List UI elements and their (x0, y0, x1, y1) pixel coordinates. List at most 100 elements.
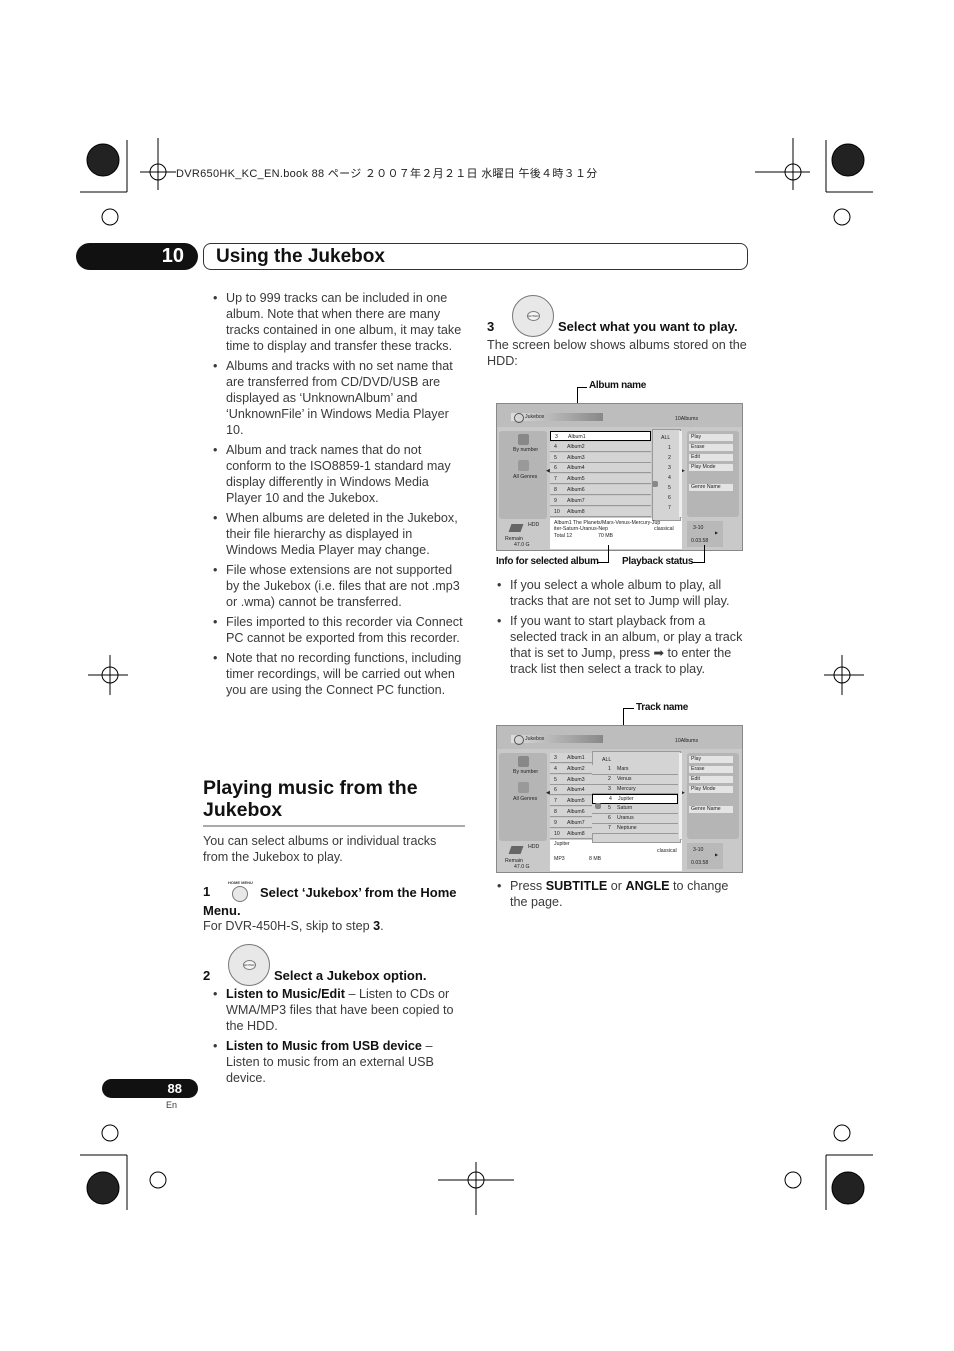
option-edit[interactable]: Edit (689, 454, 733, 461)
track-name: Mars (617, 766, 629, 772)
chapter-title: Using the Jukebox (203, 243, 748, 270)
album-row[interactable]: 5 Album3 (550, 452, 651, 463)
total-tracks: Total 12 (554, 533, 573, 539)
hdd-label: HDD (528, 844, 540, 850)
callout-album-name: Album name (589, 380, 647, 391)
track-row[interactable]: 1 Mars (592, 765, 678, 775)
page-change-note: Press SUBTITLE or ANGLE to change the pa… (497, 878, 749, 914)
album-number: 9 (554, 497, 557, 504)
option-play-mode[interactable]: Play Mode (689, 464, 733, 471)
hdd-icon (508, 524, 524, 532)
column-number: 2 (668, 455, 671, 461)
section-heading: Playing music from the Jukebox (203, 777, 418, 821)
album-row[interactable]: 10 Album8 (550, 828, 592, 839)
genre-tag-icon (652, 481, 658, 487)
album-row[interactable]: 8 Album6 (550, 485, 651, 495)
track-row[interactable]: 6 Uranus (592, 814, 678, 824)
step-3-number: 3 (487, 319, 495, 334)
album-name: Album3 (567, 454, 585, 461)
all-genres-label: All Genres (513, 796, 538, 802)
crop-marks (80, 138, 873, 1215)
track-name: Saturn (617, 805, 633, 812)
screen-title: Jukebox (525, 414, 545, 420)
note-item: Album and track names that do not confor… (213, 442, 465, 506)
album-row[interactable]: 6 Album4 (550, 785, 592, 796)
option-play-mode[interactable]: Play Mode (689, 786, 733, 793)
album-row[interactable]: 9 Album7 (550, 817, 592, 828)
column-number: 7 (668, 505, 671, 511)
album-row[interactable]: 7 Album5 (550, 474, 651, 485)
enter-label: ENTER (527, 311, 540, 321)
track-number: 5 (608, 805, 611, 812)
album-number: 9 (554, 819, 557, 826)
note-item: When albums are deleted in the Jukebox, … (213, 510, 465, 558)
track-number: 6 (608, 815, 611, 821)
option-play[interactable]: Play (689, 756, 733, 763)
hdd-icon (508, 846, 524, 854)
step-2-number: 2 (203, 968, 211, 983)
album-number: 3 (555, 434, 558, 440)
screen-title: Jukebox (525, 736, 545, 742)
track-row[interactable]: 2 Venus (592, 774, 678, 785)
note-item: Note that no recording functions, includ… (213, 650, 465, 698)
album-name: Album8 (567, 830, 585, 837)
hdd-label: HDD (528, 522, 540, 528)
step-1-note: For DVR-450H-S, skip to step 3. (203, 919, 384, 933)
option-erase[interactable]: Erase (689, 444, 733, 451)
track-row[interactable]: 3 Mercury (592, 784, 678, 795)
option-edit[interactable]: Edit (689, 776, 733, 783)
album-row[interactable]: 3 Album1 (550, 431, 651, 441)
track-row[interactable]: 4 Jupiter (592, 794, 678, 805)
all-genres-label: All Genres (513, 474, 538, 480)
track-number: 7 (608, 824, 611, 831)
note-item: Albums and tracks with no set name that … (213, 358, 465, 438)
album-row[interactable]: 3 Album1 (550, 753, 592, 763)
album-number: 5 (554, 776, 557, 783)
album-row[interactable]: 6 Album4 (550, 463, 651, 474)
album-row[interactable]: 7 Album5 (550, 796, 592, 807)
column-number: 6 (668, 495, 671, 501)
playback-track: 3-10 (693, 525, 704, 531)
album-count: 10Albums (675, 738, 699, 744)
number-column (652, 429, 681, 521)
album-number: 4 (554, 443, 557, 450)
track-row[interactable]: 7 Neptune (592, 823, 678, 834)
callout-info-selected-album: Info for selected album (496, 556, 599, 567)
album-row[interactable]: 8 Album6 (550, 807, 592, 817)
option-genre-name[interactable]: Genre Name (689, 806, 733, 813)
album-row[interactable]: 4 Album2 (550, 763, 592, 774)
step-3-desc: The screen below shows albums stored on … (487, 338, 747, 368)
album-number: 8 (554, 487, 557, 493)
album-count: 10Albums (675, 416, 699, 422)
option-genre-name[interactable]: Genre Name (689, 484, 733, 491)
note-item: Files imported to this recorder via Conn… (213, 614, 465, 646)
file-format: MP3 (554, 856, 565, 862)
album-name: Album6 (567, 487, 585, 493)
album-name: Album4 (567, 465, 585, 472)
step-3-title: Select what you want to play. (558, 319, 738, 334)
album-row[interactable]: 5 Album3 (550, 774, 592, 785)
album-row[interactable]: 10 Album8 (550, 506, 651, 517)
album-number: 6 (554, 787, 557, 794)
note-item: Up to 999 tracks can be included in one … (213, 290, 465, 354)
album-number: 10 (554, 508, 560, 515)
album-row[interactable]: 9 Album7 (550, 495, 651, 506)
option-listen-usb: Listen to Music from USB device – Listen… (213, 1038, 465, 1086)
album-number: 5 (554, 454, 557, 461)
album-number: 8 (554, 809, 557, 815)
album-name: Album5 (567, 798, 585, 805)
language-label: En (166, 1100, 178, 1110)
track-row[interactable]: 5 Saturn (592, 804, 678, 814)
genre: classical (654, 526, 674, 532)
manual-page: DVR650HK_KC_EN.book 88 ページ ２００７年２月２１日 水曜… (0, 0, 954, 1351)
album-name: Album1 (568, 434, 586, 440)
enter-label: ENTER (243, 960, 256, 970)
option-erase[interactable]: Erase (689, 766, 733, 773)
album-row[interactable]: 4 Album2 (550, 441, 651, 452)
column-number: 3 (668, 465, 671, 471)
enter-joystick-icon: ENTER (228, 944, 270, 986)
track-name: Jupiter (618, 796, 634, 803)
option-play[interactable]: Play (689, 434, 733, 441)
album-number: 10 (554, 830, 560, 837)
playback-time: 0.03.58 (691, 538, 709, 544)
